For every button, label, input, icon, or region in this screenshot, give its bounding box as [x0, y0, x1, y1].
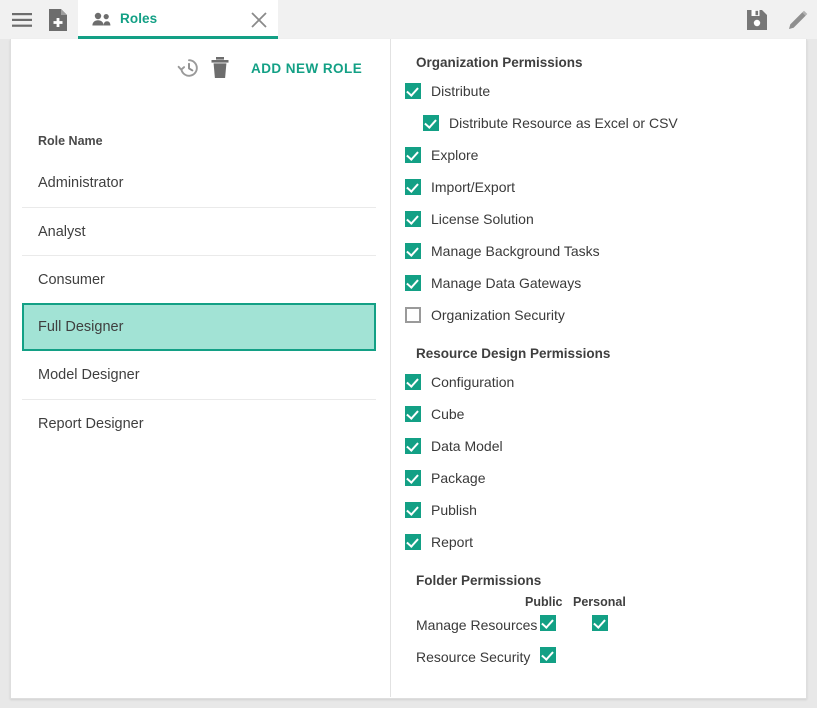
- permission-label: Publish: [431, 502, 477, 518]
- tab-label: Roles: [120, 11, 157, 26]
- permission-label: Cube: [431, 406, 464, 422]
- checkbox-checked-icon[interactable]: [405, 275, 421, 291]
- permission-label: Import/Export: [431, 179, 515, 195]
- role-list-item[interactable]: Analyst: [22, 207, 376, 255]
- permission-label: Configuration: [431, 374, 514, 390]
- permission-label: Explore: [431, 147, 478, 163]
- permission-row[interactable]: Manage Data Gateways: [405, 272, 581, 294]
- checkbox-checked-icon[interactable]: [405, 406, 421, 422]
- folder-permission-column-header: Personal: [573, 595, 626, 609]
- role-list-item[interactable]: Report Designer: [22, 399, 376, 447]
- checkbox-checked-icon[interactable]: [405, 243, 421, 259]
- permission-label: Data Model: [431, 438, 503, 454]
- checkbox-checked-icon[interactable]: [592, 615, 608, 631]
- checkbox-checked-icon[interactable]: [540, 615, 556, 631]
- permission-row[interactable]: Import/Export: [405, 176, 515, 198]
- permission-row[interactable]: License Solution: [405, 208, 534, 230]
- folder-permission-row-label: Resource Security: [416, 649, 530, 665]
- resource-design-permissions-title: Resource Design Permissions: [416, 346, 610, 361]
- checkbox-checked-icon[interactable]: [405, 470, 421, 486]
- permission-label: Package: [431, 470, 485, 486]
- add-new-role-button[interactable]: ADD NEW ROLE: [251, 61, 362, 76]
- checkbox-checked-icon[interactable]: [405, 83, 421, 99]
- content-card: ADD NEW ROLE Role Name AdministratorAnal…: [10, 39, 807, 699]
- permission-row[interactable]: Publish: [405, 499, 477, 521]
- permission-label: Report: [431, 534, 473, 550]
- role-list-item[interactable]: Consumer: [22, 255, 376, 303]
- checkbox-checked-icon[interactable]: [405, 211, 421, 227]
- new-document-icon[interactable]: [46, 8, 70, 32]
- permission-row[interactable]: Distribute Resource as Excel or CSV: [423, 112, 678, 134]
- tab-roles[interactable]: Roles: [78, 0, 278, 39]
- permission-row[interactable]: Distribute: [405, 80, 490, 102]
- permission-row[interactable]: Data Model: [405, 435, 503, 457]
- permission-row[interactable]: Explore: [405, 144, 478, 166]
- hamburger-menu-icon[interactable]: [10, 8, 34, 32]
- checkbox-checked-icon[interactable]: [405, 534, 421, 550]
- permission-row[interactable]: Report: [405, 531, 473, 553]
- role-name-column-header: Role Name: [38, 134, 103, 148]
- roles-admin-window: Roles: [0, 0, 817, 708]
- checkbox-checked-icon[interactable]: [540, 647, 556, 663]
- edit-pencil-icon[interactable]: [786, 8, 810, 32]
- close-icon[interactable]: [248, 9, 270, 31]
- permission-row[interactable]: Configuration: [405, 371, 514, 393]
- role-list-item[interactable]: Model Designer: [22, 351, 376, 399]
- permission-row[interactable]: Cube: [405, 403, 464, 425]
- roles-list-toolbar: ADD NEW ROLE: [11, 53, 391, 87]
- people-icon: [91, 9, 113, 31]
- folder-permissions-title: Folder Permissions: [416, 573, 541, 588]
- folder-permission-column-header: Public: [525, 595, 563, 609]
- checkbox-checked-icon[interactable]: [405, 438, 421, 454]
- permission-row[interactable]: Package: [405, 467, 485, 489]
- role-list: AdministratorAnalystConsumerFull Designe…: [22, 159, 376, 447]
- checkbox-unchecked-icon[interactable]: [405, 307, 421, 323]
- role-list-item[interactable]: Administrator: [22, 159, 376, 207]
- permission-label: Distribute: [431, 83, 490, 99]
- roles-list-panel: ADD NEW ROLE Role Name AdministratorAnal…: [11, 39, 391, 697]
- checkbox-checked-icon[interactable]: [405, 147, 421, 163]
- top-toolbar: Roles: [0, 0, 817, 39]
- save-icon[interactable]: [745, 8, 769, 32]
- permission-label: Manage Background Tasks: [431, 243, 600, 259]
- role-list-item[interactable]: Full Designer: [22, 303, 376, 351]
- history-restore-icon[interactable]: [177, 56, 203, 82]
- permission-label: License Solution: [431, 211, 534, 227]
- organization-permissions-title: Organization Permissions: [416, 55, 583, 70]
- permission-label: Distribute Resource as Excel or CSV: [449, 115, 678, 131]
- checkbox-checked-icon[interactable]: [423, 115, 439, 131]
- permission-row[interactable]: Organization Security: [405, 304, 565, 326]
- trash-delete-icon[interactable]: [209, 56, 235, 82]
- checkbox-checked-icon[interactable]: [405, 179, 421, 195]
- permission-label: Organization Security: [431, 307, 565, 323]
- checkbox-checked-icon[interactable]: [405, 374, 421, 390]
- permissions-panel: Organization Permissions Distribute Distr…: [392, 39, 807, 697]
- folder-permission-row-label: Manage Resources: [416, 617, 537, 633]
- permission-row[interactable]: Manage Background Tasks: [405, 240, 600, 262]
- permission-label: Manage Data Gateways: [431, 275, 581, 291]
- checkbox-checked-icon[interactable]: [405, 502, 421, 518]
